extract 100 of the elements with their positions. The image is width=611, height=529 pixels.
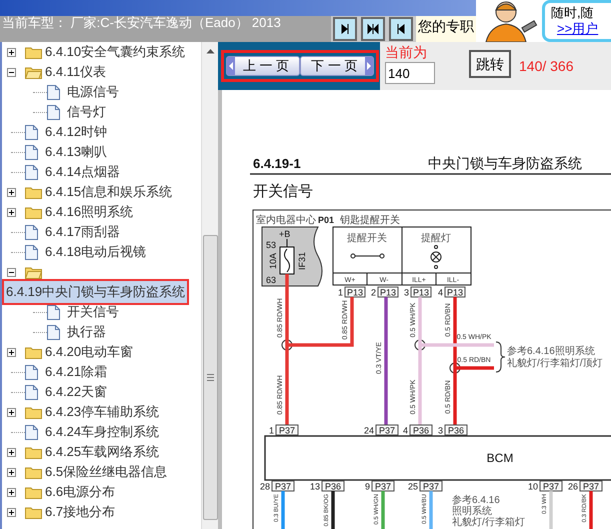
terminal-label: +B (279, 229, 290, 239)
tree-item[interactable]: 6.4.16照明系统 (45, 202, 134, 222)
tree-item[interactable]: 6.4.24车身控制系统 (45, 422, 160, 442)
tree-item[interactable]: 6.4.18电动后视镜 (45, 242, 146, 262)
collapse-icon[interactable] (7, 68, 16, 76)
note-text: 参考6.4.16 (452, 495, 500, 506)
tree-item[interactable]: 6.7接地分布 (45, 502, 116, 522)
tree-item[interactable]: 电源信号 (67, 82, 119, 102)
pin-number: 9 (364, 482, 370, 492)
arrow-left-icon (227, 57, 235, 75)
connector-label: P37 (276, 424, 298, 436)
tree-item[interactable]: 6.4.10安全气囊约束系统 (45, 42, 186, 62)
folder-icon (25, 346, 42, 358)
pin-number: 2 (370, 288, 376, 298)
connector-label: P37 (272, 480, 294, 492)
folder-icon (25, 506, 42, 518)
document-icon (25, 124, 38, 140)
connector-label: P37 (376, 424, 398, 436)
connector-label: P36 (444, 424, 468, 436)
fuse-rating: 10A (268, 253, 278, 269)
expand-icon[interactable] (7, 408, 16, 416)
collapse-icon[interactable] (7, 268, 16, 276)
connector-label: P37 (540, 480, 562, 492)
document-icon (25, 244, 38, 260)
tree-item[interactable]: 6.4.14点烟器 (45, 162, 120, 182)
expand-icon[interactable] (7, 48, 16, 56)
tree-item[interactable]: 6.4.22天窗 (45, 382, 108, 402)
document-icon (25, 364, 38, 380)
note-text: 礼貌灯/行李箱灯 (452, 517, 525, 528)
folder-icon (25, 206, 42, 218)
expand-icon[interactable] (7, 468, 16, 476)
arrow-left-icon (395, 23, 408, 35)
expand-icon[interactable] (7, 448, 16, 456)
expand-icon[interactable] (7, 208, 16, 216)
expand-icon[interactable] (7, 188, 16, 196)
document-icon (47, 304, 60, 320)
brace-drawing (496, 342, 506, 372)
tree-item[interactable]: 信号灯 (67, 102, 106, 122)
tip-text: 随时,随 (551, 5, 595, 21)
page-title: 中央门锁与车身防盗系统 (428, 155, 582, 171)
expand-icon[interactable] (7, 488, 16, 496)
fuse-icon (280, 238, 294, 274)
car-model-label: 当前车型： 厂家:C-长安汽车逸动（Eado） 2013 (0, 16, 332, 42)
toolbar-button[interactable] (361, 17, 386, 41)
connector-label: P01 (318, 215, 334, 225)
terminal-label: 53 (266, 240, 276, 250)
pin-number: 3 (438, 426, 443, 436)
scroll-up-icon[interactable] (206, 48, 214, 54)
tree-item[interactable]: 6.4.11仪表 (45, 62, 106, 82)
page-code: 6.4.19-1 (253, 156, 301, 171)
folder-icon (25, 446, 42, 458)
tree-item[interactable]: 6.5保险丝继电器信息 (45, 462, 168, 482)
folder-icon (25, 406, 42, 418)
tree-item[interactable]: 6.4.15信息和娱乐系统 (45, 182, 172, 202)
connector-label: P37 (580, 480, 602, 492)
folder-icon (25, 486, 42, 498)
document-icon (25, 164, 38, 180)
switch-icon (350, 254, 384, 258)
pin-number: 10 (528, 482, 538, 492)
toolbar-button[interactable] (333, 17, 358, 41)
fuse-name: IF31 (297, 252, 307, 270)
folder-icon (25, 466, 42, 478)
expand-icon[interactable] (7, 508, 16, 516)
section-title: 开关信号 (253, 183, 313, 200)
note-text: 礼貌灯/行李箱灯/顶灯 (507, 358, 603, 369)
connector-label: P37 (420, 480, 442, 492)
document-icon (25, 224, 38, 240)
expand-icon[interactable] (7, 348, 16, 356)
pin-number: 25 (408, 482, 418, 492)
lamp-icon (430, 245, 442, 269)
pin-number: 26 (568, 482, 578, 492)
tree-item[interactable]: 6.4.21除霜 (45, 362, 108, 382)
tree-item[interactable]: 执行器 (67, 322, 106, 342)
tree-item[interactable]: 6.6电源分布 (45, 482, 116, 502)
jump-button[interactable]: 跳转 (469, 50, 511, 78)
scrollbar-thumb[interactable] (202, 235, 218, 520)
connector-label: P13 (378, 286, 398, 298)
previous-page-button[interactable]: 上 一 页 (226, 56, 300, 76)
toolbar-button[interactable] (389, 17, 414, 41)
document-icon (47, 324, 60, 340)
tree-item[interactable]: 6.4.20电动车窗 (45, 342, 134, 362)
tree-item[interactable]: 6.4.23停车辅助系统 (45, 402, 160, 422)
tree-item[interactable]: 6.4.13喇叭 (45, 142, 108, 162)
open-folder-icon (25, 266, 42, 278)
tree-item[interactable]: 6.4.19中央门锁与车身防盗系统 (2, 279, 190, 305)
tree-item[interactable]: 6.4.25车载网络系统 (45, 442, 160, 462)
module-label: BCM (486, 451, 514, 465)
user-link[interactable]: >>用户 (551, 21, 611, 37)
section-label: 提醒开关 (347, 233, 387, 244)
pin-number: 1 (338, 288, 343, 298)
promo-text: 您的专职 (416, 16, 476, 42)
tree-item[interactable]: 开关信号 (67, 302, 119, 322)
connector-label: P37 (372, 480, 394, 492)
tree-item[interactable]: 6.4.12时钟 (45, 122, 108, 142)
page-input[interactable]: 140 (385, 62, 435, 84)
pin-number: 28 (260, 482, 270, 492)
next-page-button[interactable]: 下 一 页 (300, 56, 374, 76)
scrollbar[interactable] (201, 42, 218, 529)
component-label: 室内电器中心 (256, 215, 316, 226)
tree-item[interactable]: 6.4.17雨刮器 (45, 222, 120, 242)
